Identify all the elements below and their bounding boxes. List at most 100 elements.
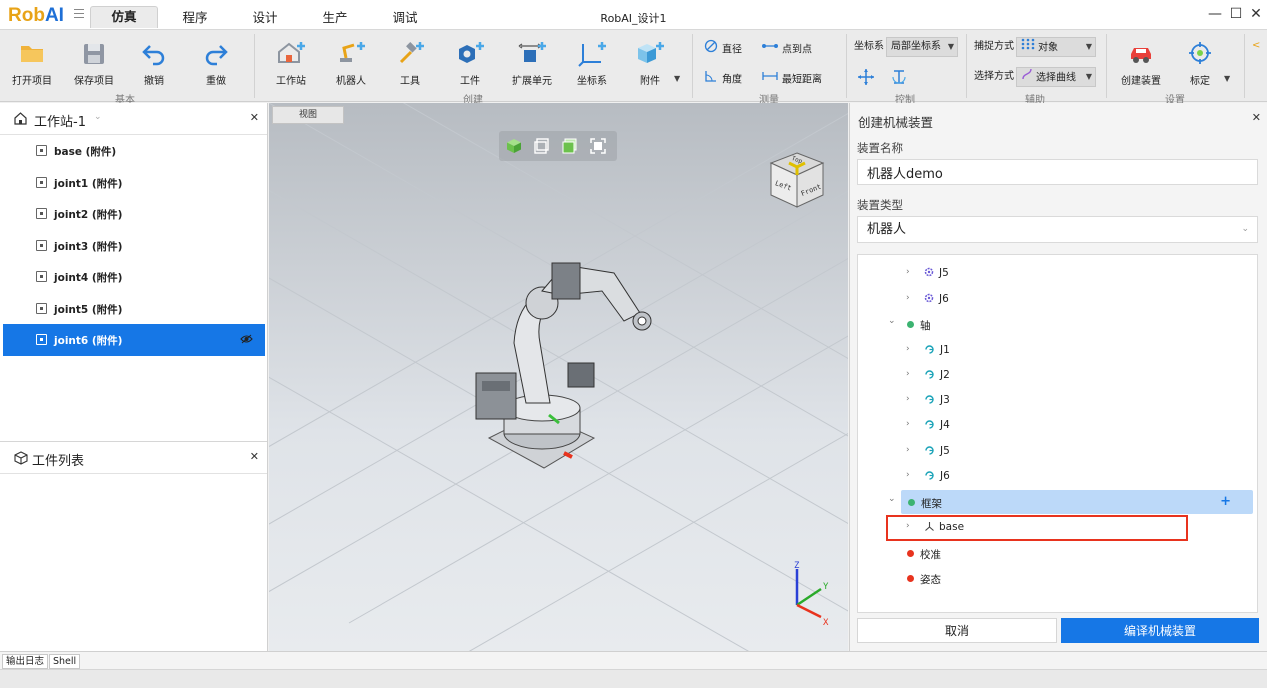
hamburger-menu-icon[interactable] <box>74 9 84 19</box>
shaded-view-icon[interactable] <box>505 137 523 155</box>
create-device-button[interactable]: 创建装置 <box>1116 36 1166 92</box>
tree-item-axis-j3[interactable]: › J3 <box>858 388 1257 413</box>
robot-model[interactable] <box>464 243 704 483</box>
device-structure-tree[interactable]: › J5 › J6 ⌄ 轴 › J1 › J2 › J3 › J4 › J5 ›… <box>857 254 1258 613</box>
workstation-item-joint2[interactable]: joint2 (附件) <box>0 198 267 230</box>
close-button[interactable]: ✕ <box>1248 6 1264 22</box>
close-icon[interactable]: ✕ <box>1252 111 1261 124</box>
workstation-item-joint5[interactable]: joint5 (附件) <box>0 293 267 325</box>
device-name-input[interactable] <box>857 159 1258 185</box>
workstation-panel: 工作站-1 ⌄ ✕ base (附件) joint1 (附件) joint2 (… <box>0 103 268 651</box>
ribbon-divider <box>846 34 847 98</box>
tab-shell[interactable]: Shell <box>49 654 81 669</box>
snap-mode-label: 捕捉方式 <box>974 41 1014 52</box>
tree-group-pose[interactable]: 姿态 <box>858 566 1257 591</box>
collapse-arrow-icon[interactable]: ⌄ <box>888 316 896 326</box>
snap-mode-select[interactable]: 对象 ▼ <box>1016 37 1096 57</box>
fit-view-icon[interactable] <box>589 137 607 155</box>
tree-item-axis-j1[interactable]: › J1 <box>858 338 1257 363</box>
measure-diameter-button[interactable]: 直径 <box>704 39 742 57</box>
create-ext-unit-button[interactable]: 扩展单元 <box>508 36 556 92</box>
expand-arrow-icon[interactable]: › <box>906 394 910 404</box>
maximize-button[interactable]: ☐ <box>1228 6 1244 22</box>
tree-item-axis-j2[interactable]: › J2 <box>858 363 1257 388</box>
tree-item-axis-j5[interactable]: › J5 <box>858 439 1257 464</box>
tree-item-joint-j5[interactable]: › J5 <box>858 261 1257 286</box>
create-workstation-button[interactable]: 工作站 <box>270 36 312 92</box>
device-type-select[interactable]: 机器人 ⌄ <box>857 216 1258 243</box>
measure-shortest-distance-button[interactable]: 最短距离 <box>762 69 822 87</box>
compile-device-button[interactable]: 编译机械装置 <box>1061 618 1259 643</box>
rotate-tool-icon[interactable] <box>890 68 908 89</box>
target-crosshair-icon <box>1180 36 1220 68</box>
tree-group-calibration[interactable]: 校准 <box>858 541 1257 566</box>
ribbon-divider <box>254 34 255 98</box>
view-toolbar <box>499 131 617 161</box>
tree-item-joint-j6[interactable]: › J6 <box>858 287 1257 312</box>
tree-item-axis-j4[interactable]: › J4 <box>858 413 1257 438</box>
cancel-button[interactable]: 取消 <box>857 618 1057 643</box>
ribbon-overflow-icon[interactable]: < <box>1252 40 1260 51</box>
expand-arrow-icon[interactable]: › <box>906 419 910 429</box>
tab-simulation[interactable]: 仿真 <box>90 6 158 28</box>
tab-debug[interactable]: 调试 <box>380 8 430 30</box>
redo-button[interactable]: 重做 <box>196 36 236 92</box>
workstation-item-base[interactable]: base (附件) <box>0 135 267 167</box>
expand-arrow-icon[interactable]: › <box>906 470 910 480</box>
tab-output-log[interactable]: 输出日志 <box>2 654 49 669</box>
minimize-button[interactable]: — <box>1207 6 1223 22</box>
expand-arrow-icon[interactable]: › <box>906 267 910 277</box>
axis-z-label: Z <box>794 561 800 571</box>
open-project-button[interactable]: 打开项目 <box>8 36 56 92</box>
tab-production[interactable]: 生产 <box>310 8 360 30</box>
tree-group-axes[interactable]: ⌄ 轴 <box>858 312 1257 337</box>
create-coord-button[interactable]: 坐标系 <box>572 36 612 92</box>
measure-point-to-point-button[interactable]: 点到点 <box>762 39 812 57</box>
tab-design[interactable]: 设计 <box>240 8 290 30</box>
add-frame-button[interactable]: + <box>1220 494 1231 509</box>
status-dot-icon <box>907 550 914 557</box>
expand-arrow-icon[interactable]: › <box>906 293 910 303</box>
gear-icon <box>924 293 934 306</box>
view-cube[interactable]: Top Left Front <box>767 149 827 211</box>
expand-arrow-icon[interactable]: › <box>906 369 910 379</box>
attachment-dropdown-arrow-icon[interactable]: ▼ <box>674 74 680 83</box>
expand-arrow-icon[interactable]: › <box>906 344 910 354</box>
workstation-item-joint3[interactable]: joint3 (附件) <box>0 230 267 262</box>
collapse-arrow-icon[interactable]: ⌄ <box>888 494 896 504</box>
tree-group-frame[interactable]: 框架 + <box>901 490 1253 514</box>
workstation-item-joint4[interactable]: joint4 (附件) <box>0 261 267 293</box>
workstation-item-joint6[interactable]: joint6 (附件) <box>3 324 265 356</box>
select-mode-select[interactable]: 选择曲线 ▼ <box>1016 67 1096 87</box>
view-tab[interactable]: 视图 <box>272 106 344 124</box>
solid-view-icon[interactable] <box>561 137 579 155</box>
save-disk-icon <box>70 36 118 68</box>
status-dot-icon <box>908 499 915 506</box>
coord-system-label: 坐标系 <box>854 41 884 52</box>
calibrate-dropdown-arrow-icon[interactable]: ▼ <box>1224 74 1230 83</box>
hammer-plus-icon <box>390 36 430 68</box>
move-arrows-icon[interactable] <box>857 68 875 89</box>
attachment-box-icon <box>36 271 47 282</box>
chevron-down-icon: ▼ <box>1085 72 1092 81</box>
expand-arrow-icon[interactable]: › <box>906 445 910 455</box>
undo-button[interactable]: 撤销 <box>134 36 174 92</box>
eye-visibility-icon[interactable] <box>240 334 253 347</box>
create-attachment-button[interactable]: 附件 <box>630 36 670 92</box>
tab-program[interactable]: 程序 <box>170 8 220 30</box>
measure-angle-button[interactable]: 角度 <box>704 69 742 87</box>
create-robot-button[interactable]: 机器人 <box>330 36 372 92</box>
tree-item-axis-j6[interactable]: › J6 <box>858 464 1257 489</box>
coord-system-select[interactable]: 局部坐标系 ▼ <box>886 37 958 57</box>
workstation-item-joint1[interactable]: joint1 (附件) <box>0 167 267 199</box>
save-project-button[interactable]: 保存项目 <box>70 36 118 92</box>
chevron-down-icon: ⌄ <box>1241 224 1249 234</box>
create-tool-button[interactable]: 工具 <box>390 36 430 92</box>
close-icon[interactable]: ✕ <box>250 450 259 463</box>
3d-viewport[interactable]: 视图 Top Left Front Z Y X <box>269 103 848 651</box>
create-part-button[interactable]: 工件 <box>450 36 490 92</box>
calibrate-button[interactable]: 标定 <box>1180 36 1220 92</box>
chevron-down-icon[interactable]: ⌄ <box>94 112 102 122</box>
wireframe-view-icon[interactable] <box>533 137 551 155</box>
close-icon[interactable]: ✕ <box>250 111 259 124</box>
